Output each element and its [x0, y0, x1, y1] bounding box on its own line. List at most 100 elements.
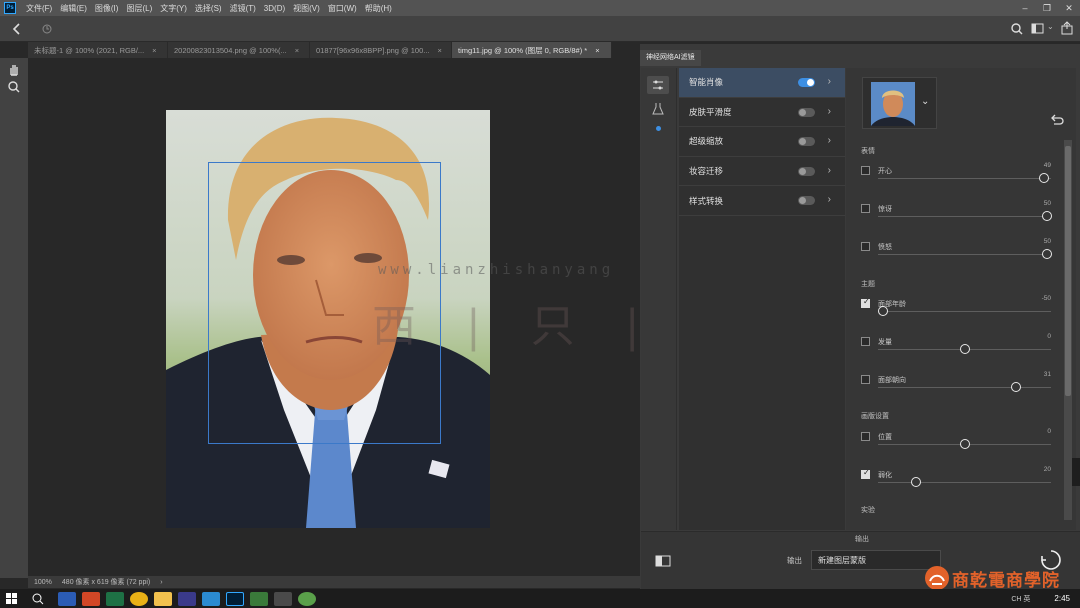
tab-document-active[interactable]: timg11.jpg @ 100% (图层 0, RGB/8#) * ×: [452, 42, 612, 58]
tab-close-icon[interactable]: ×: [595, 46, 599, 55]
sliders-tab[interactable]: [647, 76, 669, 94]
chevron-right-icon[interactable]: ›: [828, 135, 831, 146]
slider-track[interactable]: [878, 387, 1051, 388]
tab-close-icon[interactable]: ×: [295, 46, 299, 55]
chrome-icon[interactable]: [130, 591, 148, 606]
slider-label: 开心: [878, 168, 892, 175]
filter-toggle[interactable]: [798, 107, 815, 117]
chevron-right-icon[interactable]: ›: [828, 106, 831, 117]
tab-label: 未标题-1 @ 100% (2021, RGB/...: [34, 45, 145, 55]
share-icon[interactable]: [1060, 21, 1074, 35]
slider-track[interactable]: [878, 482, 1051, 483]
powerpoint-icon[interactable]: [82, 591, 100, 606]
slider-track[interactable]: [878, 216, 1051, 217]
options-bar: ⌄: [0, 16, 1080, 42]
clock[interactable]: 2:45: [1054, 594, 1070, 603]
slider-value: 0: [1047, 333, 1051, 340]
preview-toggle-icon[interactable]: [655, 554, 671, 568]
zoom-tool-icon[interactable]: [7, 80, 21, 94]
app-icon[interactable]: [250, 591, 268, 606]
slider-checkbox[interactable]: [861, 337, 870, 346]
output-select[interactable]: 新建图层蒙版: [811, 550, 941, 570]
slider-thumb[interactable]: [878, 306, 888, 316]
status-arrow-icon[interactable]: ›: [160, 579, 162, 586]
filter-item-style-transfer[interactable]: 样式转换 ›: [679, 186, 845, 216]
file-explorer-icon[interactable]: [154, 591, 172, 606]
tray-text[interactable]: CH 英: [1011, 594, 1030, 604]
search-icon[interactable]: [1010, 22, 1024, 36]
filter-item-skin-smoothing[interactable]: 皮肤平滑度 ›: [679, 98, 845, 128]
menu-image[interactable]: 图像(I): [91, 3, 123, 14]
search-icon[interactable]: [32, 593, 44, 605]
slider-track[interactable]: [878, 311, 1051, 312]
menu-select[interactable]: 选择(S): [191, 3, 226, 14]
slider-track[interactable]: [878, 254, 1051, 255]
filter-item-makeup-transfer[interactable]: 妆容迁移 ›: [679, 157, 845, 187]
tab-document[interactable]: 未标题-1 @ 100% (2021, RGB/... ×: [28, 42, 168, 58]
slider-value: 31: [1043, 371, 1051, 378]
chevron-right-icon[interactable]: ›: [828, 76, 831, 87]
side-handle[interactable]: [1072, 458, 1080, 486]
slider-thumb[interactable]: [1042, 249, 1052, 259]
zoom-level[interactable]: 100%: [34, 579, 52, 586]
menu-filter[interactable]: 滤镜(T): [226, 3, 260, 14]
filter-item-smart-portrait[interactable]: 智能肖像 ›: [679, 68, 845, 98]
document-size: 480 像素 x 619 像素 (72 ppi): [61, 579, 151, 586]
app-icon[interactable]: [274, 591, 292, 606]
tab-document[interactable]: 20200823013504.png @ 100%(... ×: [168, 42, 310, 58]
filter-item-super-zoom[interactable]: 超级缩放 ›: [679, 127, 845, 157]
filter-toggle[interactable]: [798, 137, 815, 147]
menu-file[interactable]: 文件(F): [22, 3, 56, 14]
slider-checkbox[interactable]: [861, 432, 870, 441]
windows-start-icon[interactable]: [6, 592, 18, 605]
slider-checkbox[interactable]: [861, 166, 870, 175]
chevron-down-icon[interactable]: ⌄: [921, 96, 929, 107]
excel-icon[interactable]: [106, 591, 124, 606]
menu-view[interactable]: 视图(V): [289, 3, 324, 14]
slider-checkbox[interactable]: [861, 468, 870, 479]
tab-close-icon[interactable]: ×: [438, 46, 442, 55]
slider-checkbox[interactable]: [861, 297, 870, 308]
slider-thumb[interactable]: [1011, 382, 1021, 392]
slider-checkbox[interactable]: [861, 375, 870, 384]
slider-checkbox[interactable]: [861, 204, 870, 213]
back-arrow-icon[interactable]: [10, 22, 24, 36]
slider-thumb[interactable]: [1042, 211, 1052, 221]
workspace-icon[interactable]: [1031, 23, 1045, 35]
menu-window[interactable]: 窗口(W): [324, 3, 361, 14]
filter-toggle[interactable]: [798, 166, 815, 176]
slider-thumb[interactable]: [960, 439, 970, 449]
slider-thumb[interactable]: [911, 477, 921, 487]
hand-tool-icon[interactable]: [7, 62, 21, 76]
tab-close-icon[interactable]: ×: [152, 46, 156, 55]
slider-track[interactable]: [878, 178, 1051, 179]
word-icon[interactable]: [58, 591, 76, 606]
panel-scrollbar[interactable]: [1064, 140, 1072, 520]
reset-icon[interactable]: [1050, 113, 1064, 125]
app-icon[interactable]: [178, 591, 196, 606]
chevron-right-icon[interactable]: ›: [828, 165, 831, 176]
tab-document[interactable]: 01877[96x96x8BPP].png @ 100... ×: [310, 42, 452, 58]
menu-type[interactable]: 文字(Y): [156, 3, 191, 14]
minimize-icon[interactable]: –: [1014, 3, 1036, 14]
menu-edit[interactable]: 编辑(E): [56, 3, 91, 14]
face-selector[interactable]: ⌄: [862, 77, 937, 129]
filter-toggle[interactable]: [798, 78, 815, 87]
filter-toggle[interactable]: [798, 196, 815, 206]
slider-checkbox[interactable]: [861, 242, 870, 251]
menu-bar: Ps 文件(F) 编辑(E) 图像(I) 图层(L) 文字(Y) 选择(S) 滤…: [0, 0, 1080, 16]
app-icon[interactable]: [202, 591, 220, 606]
menu-help[interactable]: 帮助(H): [361, 3, 396, 14]
close-icon[interactable]: ✕: [1058, 3, 1080, 14]
menu-3d[interactable]: 3D(D): [260, 4, 289, 13]
slider-thumb[interactable]: [1039, 173, 1049, 183]
slider-thumb[interactable]: [960, 344, 970, 354]
beaker-icon[interactable]: [652, 102, 664, 116]
photoshop-taskbar-icon[interactable]: [226, 591, 244, 606]
menu-layer[interactable]: 图层(L): [122, 3, 156, 14]
app-icon[interactable]: [298, 591, 316, 606]
chevron-right-icon[interactable]: ›: [828, 194, 831, 205]
chevron-down-icon[interactable]: ⌄: [1047, 22, 1054, 31]
restore-icon[interactable]: ❐: [1036, 3, 1058, 14]
history-icon[interactable]: [40, 22, 54, 36]
